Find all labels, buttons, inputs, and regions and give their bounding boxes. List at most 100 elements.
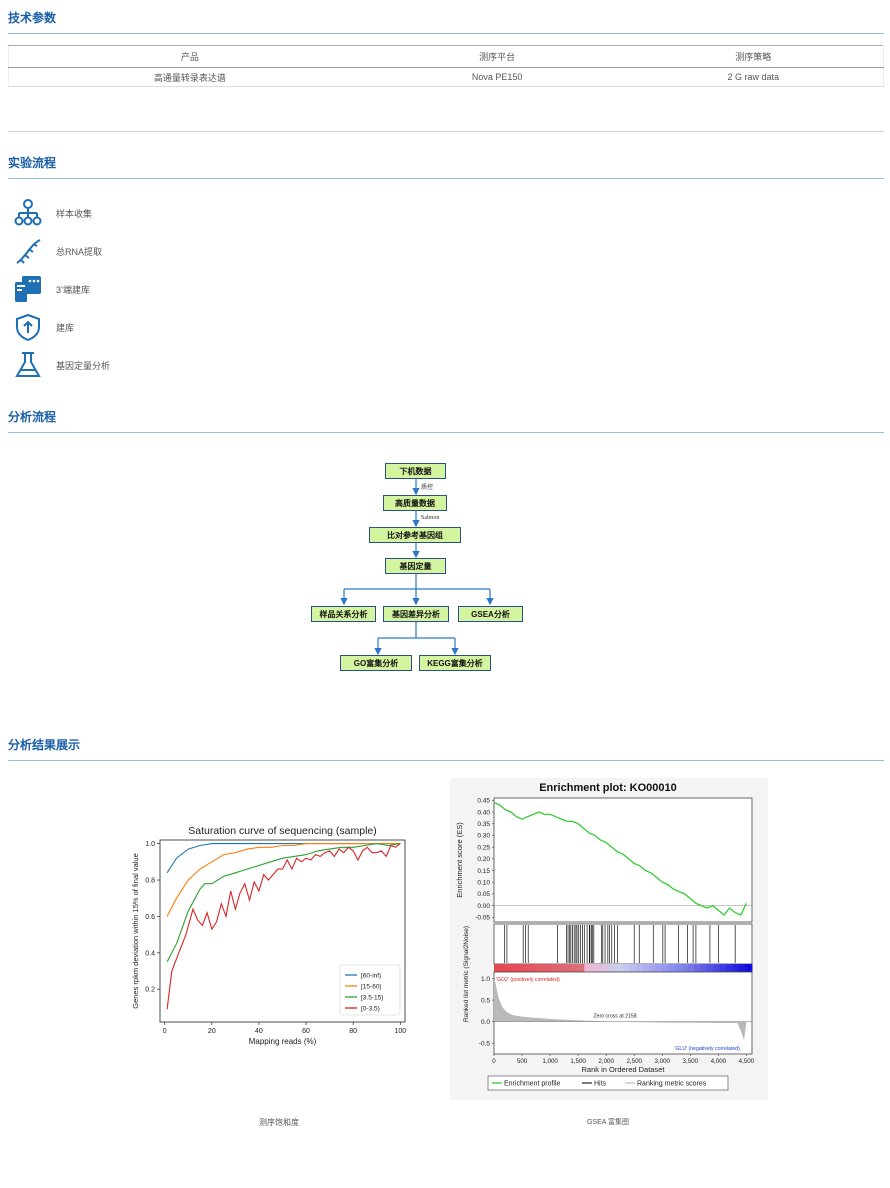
legend-label: [60-inf) [361, 973, 381, 980]
y-tick-label: 0.25 [477, 844, 490, 851]
rank-color-band-segment [494, 964, 501, 972]
rank-color-band-segment [687, 964, 695, 972]
flow-edge-label-salmon: Salmon [421, 515, 440, 521]
section-title-results: 分析结果展示 [8, 738, 81, 752]
x-axis-label: Mapping reads (%) [249, 1037, 317, 1046]
rank-color-band-segment [545, 964, 553, 972]
workflow-step-label: 总RNA提取 [56, 246, 103, 257]
chart-title: Enrichment plot: KO00010 [539, 782, 677, 794]
rank-color-band-segment [732, 964, 740, 972]
rank-color-band-segment [603, 964, 611, 972]
legend-label: Enrichment profile [504, 1081, 561, 1088]
x-tick-label: 3,500 [683, 1058, 699, 1065]
x-tick-label: 40 [255, 1028, 263, 1035]
y-tick-label: 0.45 [477, 798, 490, 805]
x-tick-label: 100 [394, 1028, 406, 1035]
workflow-step: 基因定量分析 [12, 349, 110, 381]
legend-label: Ranking metric scores [637, 1081, 707, 1088]
y-tick-label: 0.8 [145, 878, 155, 885]
params-table: 产品 测序平台 测序策略 高通量转录表达谱 Nova PE150 2 G raw… [8, 45, 884, 87]
y-tick-label: 1.0 [145, 841, 155, 848]
table-header: 测序平台 [370, 45, 624, 68]
zero-cross-label: Zero cross at 2158 [593, 1014, 636, 1020]
y-tick-label: 0.30 [477, 833, 490, 840]
x-tick-label: 2,500 [626, 1058, 642, 1065]
es-panel-frame [493, 797, 753, 923]
rank-color-band-segment [719, 964, 727, 972]
positive-label: 'GO2' (positively correlated) [496, 977, 560, 983]
x-tick-label: 20 [208, 1028, 216, 1035]
caption-gsea: GSEA 富集图 [587, 1119, 630, 1126]
workflow-step-label: 建库 [56, 322, 75, 333]
table-header-row: 产品 测序平台 测序策略 [8, 45, 884, 68]
x-tick-label: 500 [517, 1058, 528, 1065]
rank-color-band-segment [674, 964, 682, 972]
rank-color-band-segment [706, 964, 714, 972]
rank-color-band-segment [519, 964, 527, 972]
y-tick-label: 0.40 [477, 809, 490, 816]
rank-color-band-segment [558, 964, 566, 972]
rank-color-band-segment [726, 964, 734, 972]
y-axis-label-metric: Ranked list metric (Signal2Noise) [463, 926, 470, 1022]
table-header: 测序策略 [623, 45, 884, 68]
gsea-chart: Enrichment plot: KO00010 -0.05 0.00 0.05 0.1… [450, 778, 768, 1100]
section-title-analysis: 分析流程 [8, 410, 57, 424]
rank-color-band-segment [629, 964, 637, 972]
x-tick-label: 3,000 [655, 1058, 671, 1065]
table-row: 高通量转录表达谱 Nova PE150 2 G raw data [8, 67, 884, 87]
section-title-workflow: 实验流程 [8, 156, 57, 170]
workflow-step: 总RNA提取 [12, 235, 102, 267]
workflow-step-label: 样本收集 [56, 208, 93, 219]
y-tick-label: -0.05 [475, 915, 490, 922]
flow-node-kegg-enrichment: KEGG富集分析 [419, 655, 491, 671]
rank-color-band-segment [506, 964, 514, 972]
rank-color-band-segment [648, 964, 656, 972]
negative-label: 'GLU' (negatively correlated) [674, 1046, 740, 1052]
y-tick-label: 0.35 [477, 821, 490, 828]
flow-node-quantification: 基因定量 [385, 558, 446, 574]
flow-node-go-enrichment: GO富集分析 [340, 655, 412, 671]
y-tick-label: 0.20 [477, 856, 490, 863]
flow-node-diff-expression: 基因差异分析 [383, 606, 449, 622]
chart-title: Saturation curve of sequencing (sample) [188, 825, 377, 837]
y-tick-label: 0.5 [481, 997, 490, 1004]
legend-label: [3.5-15) [361, 995, 383, 1002]
rank-color-band-segment [739, 964, 747, 972]
table-cell: 高通量转录表达谱 [8, 67, 371, 87]
workflow-step: 样本收集 [12, 197, 92, 229]
x-tick-label: 80 [349, 1028, 357, 1035]
rank-color-band-segment [597, 964, 605, 972]
rank-color-band-segment [668, 964, 676, 972]
y-tick-label: 1.0 [481, 976, 490, 983]
y-tick-label: 0.00 [477, 903, 490, 910]
rank-color-band-segment [700, 964, 708, 972]
x-tick-label: 0 [492, 1058, 496, 1065]
x-tick-label: 60 [302, 1028, 310, 1035]
y-tick-label: 0.4 [145, 950, 155, 957]
x-tick-label: 1,000 [542, 1058, 558, 1065]
hits-panel-frame [493, 923, 753, 965]
flow-node-alignment: 比对参考基因组 [369, 527, 461, 543]
dna-icon [12, 235, 44, 267]
flask-icon [12, 349, 44, 381]
rank-color-band-segment [655, 964, 663, 972]
y-axis-label: Genes rpkm deviation within 15% of final… [131, 853, 140, 1009]
upload-shield-icon [12, 311, 44, 343]
legend-label: Hits [594, 1081, 607, 1088]
rank-color-band-segment [539, 964, 547, 972]
flow-node-clean-data: 高质量数据 [383, 495, 447, 511]
rank-color-band-segment [500, 964, 508, 972]
rank-color-band-segment [571, 964, 579, 972]
section-rule [8, 33, 884, 34]
rank-color-band-segment [635, 964, 643, 972]
y-tick-label: 0.15 [477, 868, 490, 875]
hierarchy-icon [12, 197, 44, 229]
table-header: 产品 [8, 45, 371, 68]
x-tick-label: 4,500 [739, 1058, 755, 1065]
flow-edge-label-qc: 质控 [421, 485, 434, 491]
y-tick-label: 0.05 [477, 891, 490, 898]
section-rule [8, 432, 884, 433]
x-tick-label: 0 [163, 1028, 167, 1035]
x-tick-label: 2,000 [598, 1058, 614, 1065]
workflow-step: 建库 [12, 311, 74, 343]
